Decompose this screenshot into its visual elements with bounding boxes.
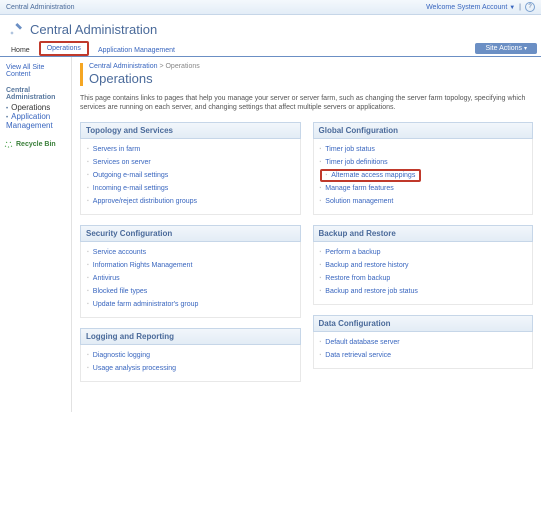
sidebar-item-operations[interactable]: Operations	[11, 103, 50, 112]
recycle-bin[interactable]: Recycle Bin	[4, 140, 67, 149]
link-restore-from-backup[interactable]: Restore from backup	[325, 275, 390, 282]
link-services-on-server[interactable]: Services on server	[93, 159, 151, 166]
link-timer-job-definitions[interactable]: Timer job definitions	[325, 159, 387, 166]
link-incoming-e-mail-settings[interactable]: Incoming e-mail settings	[93, 185, 168, 192]
divider: |	[519, 4, 521, 11]
tab-home[interactable]: Home	[4, 44, 37, 56]
breadcrumb-root[interactable]: Central Administration	[89, 63, 157, 70]
section-header: Data Configuration	[313, 315, 534, 332]
site-title: Central Administration	[30, 22, 157, 37]
topbar-breadcrumb: Central Administration	[6, 4, 74, 11]
breadcrumb: Central Administration > Operations	[89, 63, 533, 70]
tab-application-management[interactable]: Application Management	[91, 44, 182, 56]
link-information-rights-management[interactable]: Information Rights Management	[93, 262, 193, 269]
link-approve-reject-distribution-groups[interactable]: Approve/reject distribution groups	[93, 198, 197, 205]
sidebar-item-application-management[interactable]: Application Management	[6, 112, 53, 130]
help-icon[interactable]: ?	[525, 2, 535, 12]
section-header: Topology and Services	[80, 122, 301, 139]
link-manage-farm-features[interactable]: Manage farm features	[325, 185, 393, 192]
link-backup-and-restore-job-status[interactable]: Backup and restore job status	[325, 288, 418, 295]
recycle-icon	[4, 140, 13, 149]
link-blocked-file-types[interactable]: Blocked file types	[93, 288, 147, 295]
section-header: Global Configuration	[313, 122, 534, 139]
section-header: Backup and Restore	[313, 225, 534, 242]
welcome-menu[interactable]: Welcome System Account ▼	[426, 4, 515, 11]
chevron-down-icon: ▼	[509, 5, 515, 11]
link-diagnostic-logging[interactable]: Diagnostic logging	[93, 352, 150, 359]
site-actions-menu[interactable]: Site Actions ▾	[475, 43, 537, 54]
tab-operations[interactable]: Operations	[39, 41, 89, 56]
link-solution-management[interactable]: Solution management	[325, 198, 393, 205]
link-alternate-access-mappings[interactable]: Alternate access mappings	[331, 172, 415, 179]
link-data-retrieval-service[interactable]: Data retrieval service	[325, 352, 391, 359]
link-default-database-server[interactable]: Default database server	[325, 339, 399, 346]
chevron-down-icon: ▾	[524, 46, 527, 52]
link-service-accounts[interactable]: Service accounts	[93, 249, 146, 256]
link-outgoing-e-mail-settings[interactable]: Outgoing e-mail settings	[93, 172, 168, 179]
link-timer-job-status[interactable]: Timer job status	[325, 146, 375, 153]
admin-logo-icon	[8, 21, 24, 37]
section-header: Security Configuration	[80, 225, 301, 242]
link-update-farm-administrator-s-group[interactable]: Update farm administrator's group	[93, 301, 199, 308]
view-all-site-content[interactable]: View All Site Content	[4, 63, 67, 79]
sidebar-heading-central-admin: Central Administration	[4, 85, 67, 103]
page-title: Operations	[89, 71, 533, 86]
link-perform-a-backup[interactable]: Perform a backup	[325, 249, 380, 256]
link-backup-and-restore-history[interactable]: Backup and restore history	[325, 262, 408, 269]
section-header: Logging and Reporting	[80, 328, 301, 345]
link-servers-in-farm[interactable]: Servers in farm	[93, 146, 140, 153]
page-intro: This page contains links to pages that h…	[80, 94, 533, 112]
link-antivirus[interactable]: Antivirus	[93, 275, 120, 282]
link-usage-analysis-processing[interactable]: Usage analysis processing	[93, 365, 176, 372]
breadcrumb-current: Operations	[165, 63, 199, 70]
